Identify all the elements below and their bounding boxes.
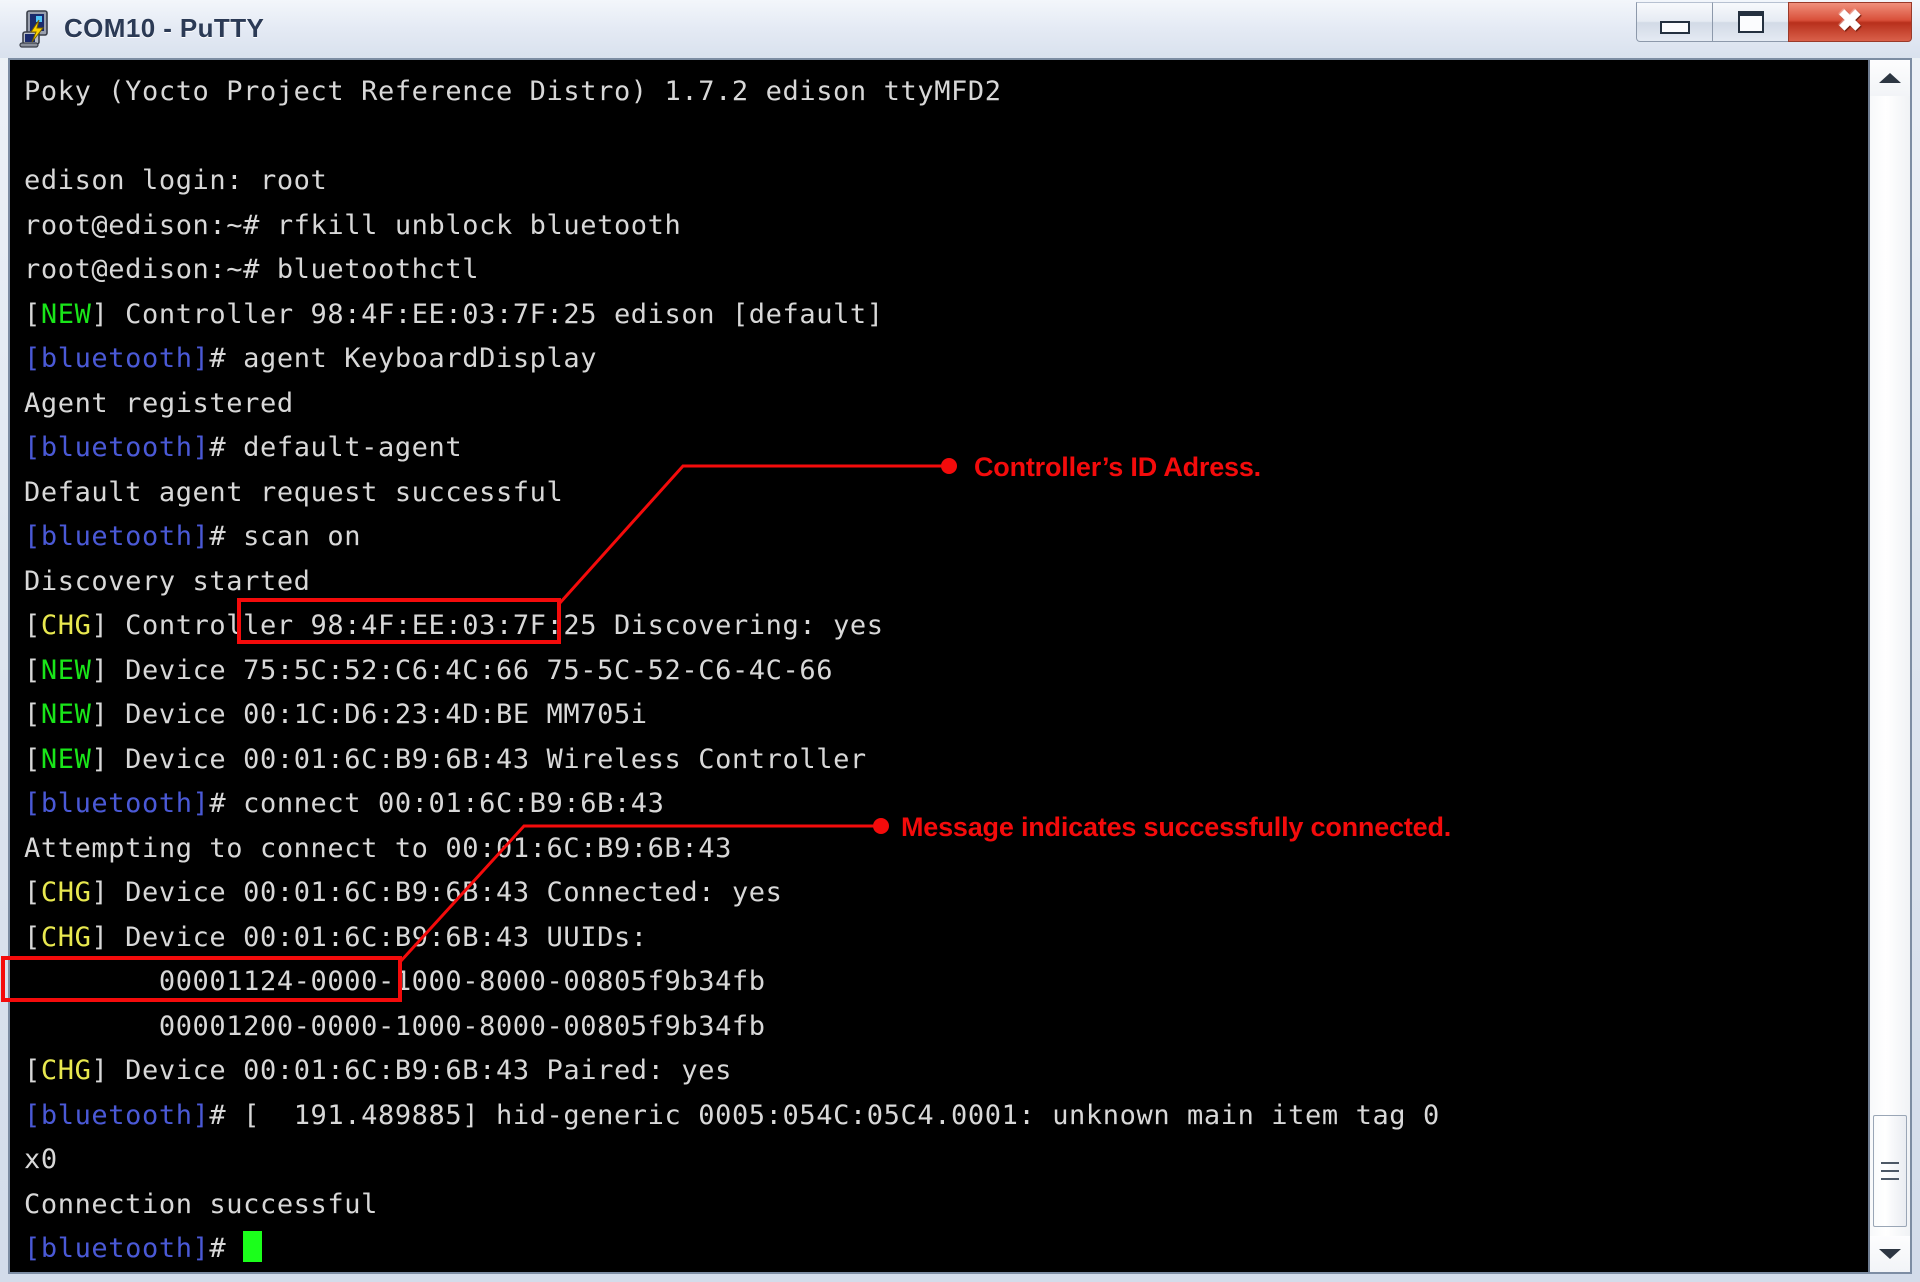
terminal-text: Discovery started xyxy=(24,565,311,597)
terminal-text: [ xyxy=(24,610,41,641)
terminal-cursor xyxy=(243,1231,263,1262)
terminal-line: [bluetooth]# xyxy=(24,1227,1868,1272)
terminal-text: CHG xyxy=(40,921,92,953)
terminal-line: Discovery started xyxy=(24,560,1868,605)
scroll-thumb[interactable] xyxy=(1873,1115,1907,1227)
terminal-text: ] Device 00:01:6C:B9:6B:43 UUIDs: xyxy=(91,921,648,953)
terminal-text: Attempting to connect to 00:01:6C:B9:6B:… xyxy=(24,832,732,864)
maximize-icon xyxy=(1737,11,1764,33)
terminal-text: Default agent request successful xyxy=(24,476,564,508)
terminal-line: [NEW] Device 00:01:6C:B9:6B:43 Wireless … xyxy=(24,738,1868,783)
chevron-up-icon xyxy=(1879,73,1901,83)
terminal-text: ] Device 75:5C:52:C6:4C:66 75-5C-52-C6-4… xyxy=(91,654,834,686)
scroll-down-arrow[interactable] xyxy=(1870,1236,1910,1272)
terminal-text: # connect 00:01:6C:B9:6B:43 xyxy=(209,788,665,819)
terminal-text: # default-agent xyxy=(209,432,463,463)
terminal-text: ] Device 00:01:6C:B9:6B:43 Wireless Cont… xyxy=(91,743,867,775)
terminal-text: [bluetooth] xyxy=(24,788,210,819)
terminal-text: Agent registered xyxy=(24,387,294,419)
terminal-line: [bluetooth]# default-agent xyxy=(24,426,1868,471)
terminal-text: [ xyxy=(24,1055,41,1086)
terminal-line: [CHG] Device 00:01:6C:B9:6B:43 UUIDs: xyxy=(24,916,1868,961)
maximize-button[interactable] xyxy=(1712,2,1789,42)
title-bar[interactable]: COM10 - PuTTY ✖ xyxy=(0,0,1920,58)
terminal-text: NEW xyxy=(40,699,92,730)
terminal-text: # scan on xyxy=(209,521,362,552)
terminal-text: [ xyxy=(24,699,41,730)
terminal-text: # agent KeyboardDisplay xyxy=(209,343,598,374)
terminal-text: CHG xyxy=(40,610,92,641)
terminal-line: Agent registered xyxy=(24,382,1868,427)
terminal-line: edison login: root xyxy=(24,159,1868,204)
terminal-text: # [ 191.489885] hid-generic 0005:054C:05… xyxy=(209,1099,1440,1131)
minimize-button[interactable] xyxy=(1636,2,1713,42)
terminal-text: root@edison:~# bluetoothctl xyxy=(24,254,480,285)
putty-icon xyxy=(14,8,54,50)
terminal-line: [NEW] Device 00:1C:D6:23:4D:BE MM705i xyxy=(24,693,1868,738)
terminal-output[interactable]: Poky (Yocto Project Reference Distro) 1.… xyxy=(10,60,1868,1272)
terminal-text: ] Controller 98:4F:EE:03:7F:25 edison [d… xyxy=(91,298,884,330)
window-title: COM10 - PuTTY xyxy=(64,13,265,43)
terminal-text: 00001200-0000-1000-8000-00805f9b34fb xyxy=(24,1010,766,1042)
terminal-text: ] Controller 98:4F:EE:03:7F:25 Discoveri… xyxy=(91,610,884,641)
terminal-text: NEW xyxy=(40,743,92,775)
terminal-text: ] Device 00:01:6C:B9:6B:43 Paired: yes xyxy=(91,1055,732,1086)
close-button[interactable]: ✖ xyxy=(1788,2,1912,42)
terminal-line: [bluetooth]# scan on xyxy=(24,515,1868,560)
terminal-line: Default agent request successful xyxy=(24,471,1868,516)
annotation-connection-success: Message indicates successfully connected… xyxy=(901,812,1452,842)
terminal-line: root@edison:~# bluetoothctl xyxy=(24,248,1868,293)
terminal-line: x0 xyxy=(24,1138,1868,1183)
putty-window: COM10 - PuTTY ✖ Poky (Yocto Project Refe… xyxy=(0,0,1920,1282)
minimize-icon xyxy=(1659,20,1690,34)
grip-line xyxy=(1881,1178,1899,1180)
terminal-text: [ xyxy=(24,877,41,908)
terminal-line: [CHG] Controller 98:4F:EE:03:7F:25 Disco… xyxy=(24,604,1868,649)
scroll-up-arrow[interactable] xyxy=(1870,60,1910,96)
terminal-text: [ xyxy=(24,743,41,775)
terminal-line: [bluetooth]# [ 191.489885] hid-generic 0… xyxy=(24,1094,1868,1139)
terminal-text: [ xyxy=(24,654,41,686)
terminal-scrollbar[interactable] xyxy=(1868,60,1910,1272)
terminal-line: [NEW] Device 75:5C:52:C6:4C:66 75-5C-52-… xyxy=(24,649,1868,694)
terminal-text: NEW xyxy=(40,654,92,686)
grip-line xyxy=(1881,1170,1899,1172)
terminal-text: edison login: root xyxy=(24,165,328,196)
terminal-text: [ xyxy=(24,298,41,330)
terminal-text: [bluetooth] xyxy=(24,521,210,552)
terminal-line: Connection successful xyxy=(24,1183,1868,1228)
terminal-line: [CHG] Device 00:01:6C:B9:6B:43 Connected… xyxy=(24,871,1868,916)
terminal-frame: Poky (Yocto Project Reference Distro) 1.… xyxy=(8,58,1912,1274)
terminal-line: Poky (Yocto Project Reference Distro) 1.… xyxy=(24,70,1868,115)
terminal-line: 00001200-0000-1000-8000-00805f9b34fb xyxy=(24,1005,1868,1050)
terminal-text: Connection successful xyxy=(24,1188,378,1220)
terminal-text: root@edison:~# rfkill unblock bluetooth xyxy=(24,209,682,241)
terminal-text: [bluetooth] xyxy=(24,432,210,463)
grip-line xyxy=(1881,1162,1899,1164)
terminal-line: 00001124-0000-1000-8000-00805f9b34fb xyxy=(24,960,1868,1005)
terminal-line: root@edison:~# rfkill unblock bluetooth xyxy=(24,204,1868,249)
terminal-text: # xyxy=(209,1233,244,1264)
chevron-down-icon xyxy=(1879,1249,1901,1259)
terminal-line: [NEW] Controller 98:4F:EE:03:7F:25 ediso… xyxy=(24,293,1868,338)
annotation-controller-id-address: Controller’s ID Adress. xyxy=(974,452,1261,482)
terminal-text: NEW xyxy=(40,298,92,330)
terminal-text: x0 xyxy=(24,1144,58,1175)
terminal-line: [CHG] Device 00:01:6C:B9:6B:43 Paired: y… xyxy=(24,1049,1868,1094)
terminal-text: CHG xyxy=(40,1055,92,1086)
terminal-line: [bluetooth]# agent KeyboardDisplay xyxy=(24,337,1868,382)
close-icon: ✖ xyxy=(1837,5,1863,38)
terminal-text: CHG xyxy=(40,877,92,908)
terminal-text: ] Device 00:01:6C:B9:6B:43 Connected: ye… xyxy=(91,877,783,908)
terminal-text: ] Device 00:1C:D6:23:4D:BE MM705i xyxy=(91,699,648,730)
terminal-text: [bluetooth] xyxy=(24,1099,210,1131)
terminal-text: [ xyxy=(24,921,41,953)
terminal-text: [bluetooth] xyxy=(24,1233,210,1264)
terminal-text: [bluetooth] xyxy=(24,343,210,374)
terminal-text: 00001124-0000-1000-8000-00805f9b34fb xyxy=(24,966,766,997)
window-controls: ✖ xyxy=(1636,2,1912,44)
terminal-text: Poky (Yocto Project Reference Distro) 1.… xyxy=(24,76,1002,107)
